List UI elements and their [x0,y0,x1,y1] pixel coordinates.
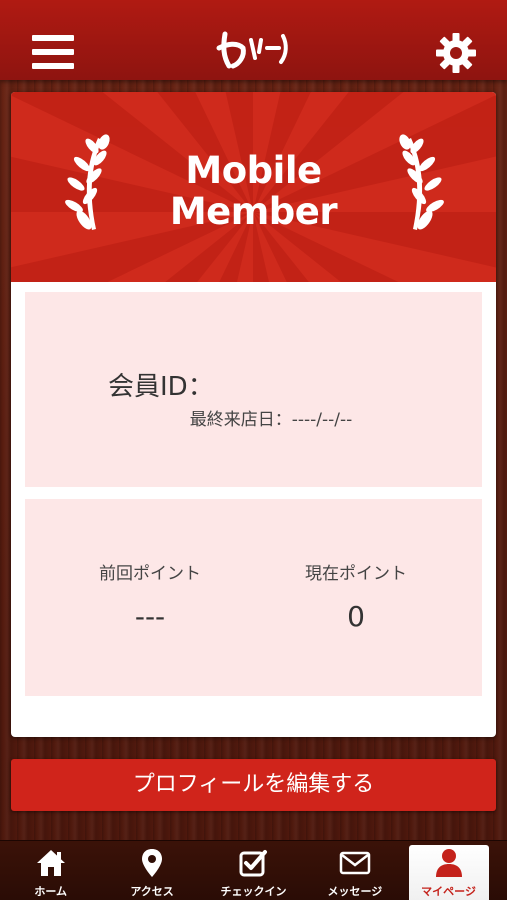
current-points-label: 現在ポイント [305,564,407,584]
member-id-label: 会員ID： [108,372,214,402]
previous-points-value: --- [134,600,166,633]
member-info-panel: 会員ID： 最終来店日：----/--/-- [25,292,482,487]
previous-points-label: 前回ポイント [99,564,201,584]
app-logo [216,31,288,69]
gear-icon[interactable] [434,31,478,75]
app-header [0,0,507,80]
envelope-icon [339,851,371,875]
laurel-right-icon [399,134,444,230]
tab-checkin[interactable]: チェックイン [203,841,304,900]
member-card: Mobile Member 会員ID： 最終来店日：----/--/-- 前回ポ… [11,92,496,737]
current-points: 現在ポイント 0 [256,559,456,633]
tab-home-label: ホーム [34,885,68,898]
checkin-checkbox-icon [239,850,268,877]
tab-home[interactable]: ホーム [0,841,101,900]
map-pin-icon [142,849,163,877]
tab-access[interactable]: アクセス [101,841,202,900]
last-visit: 最終来店日：----/--/-- [25,405,482,430]
previous-points: 前回ポイント --- [50,559,250,633]
current-points-value: 0 [347,600,365,633]
member-id: 会員ID： [108,366,214,403]
home-icon [36,850,65,876]
tab-access-label: アクセス [130,885,174,898]
hamburger-menu-icon[interactable] [32,35,74,69]
tab-mypage-label: マイページ [421,885,476,898]
bottom-tab-bar: ホーム アクセス チェックイン メッセージ マイページ [0,840,507,900]
tab-checkin-label: チェックイン [220,885,287,898]
mobile-member-banner: Mobile Member [11,92,496,282]
person-icon [435,849,462,877]
last-visit-label: 最終来店日： [189,410,292,430]
edit-profile-button[interactable]: プロフィールを編集する [11,759,496,811]
tab-message-label: メッセージ [327,885,383,898]
tab-mypage[interactable]: マイページ [408,845,489,900]
tab-message[interactable]: メッセージ [304,841,405,900]
points-panel: 前回ポイント --- 現在ポイント 0 [25,499,482,696]
last-visit-value: ----/--/-- [291,410,353,430]
